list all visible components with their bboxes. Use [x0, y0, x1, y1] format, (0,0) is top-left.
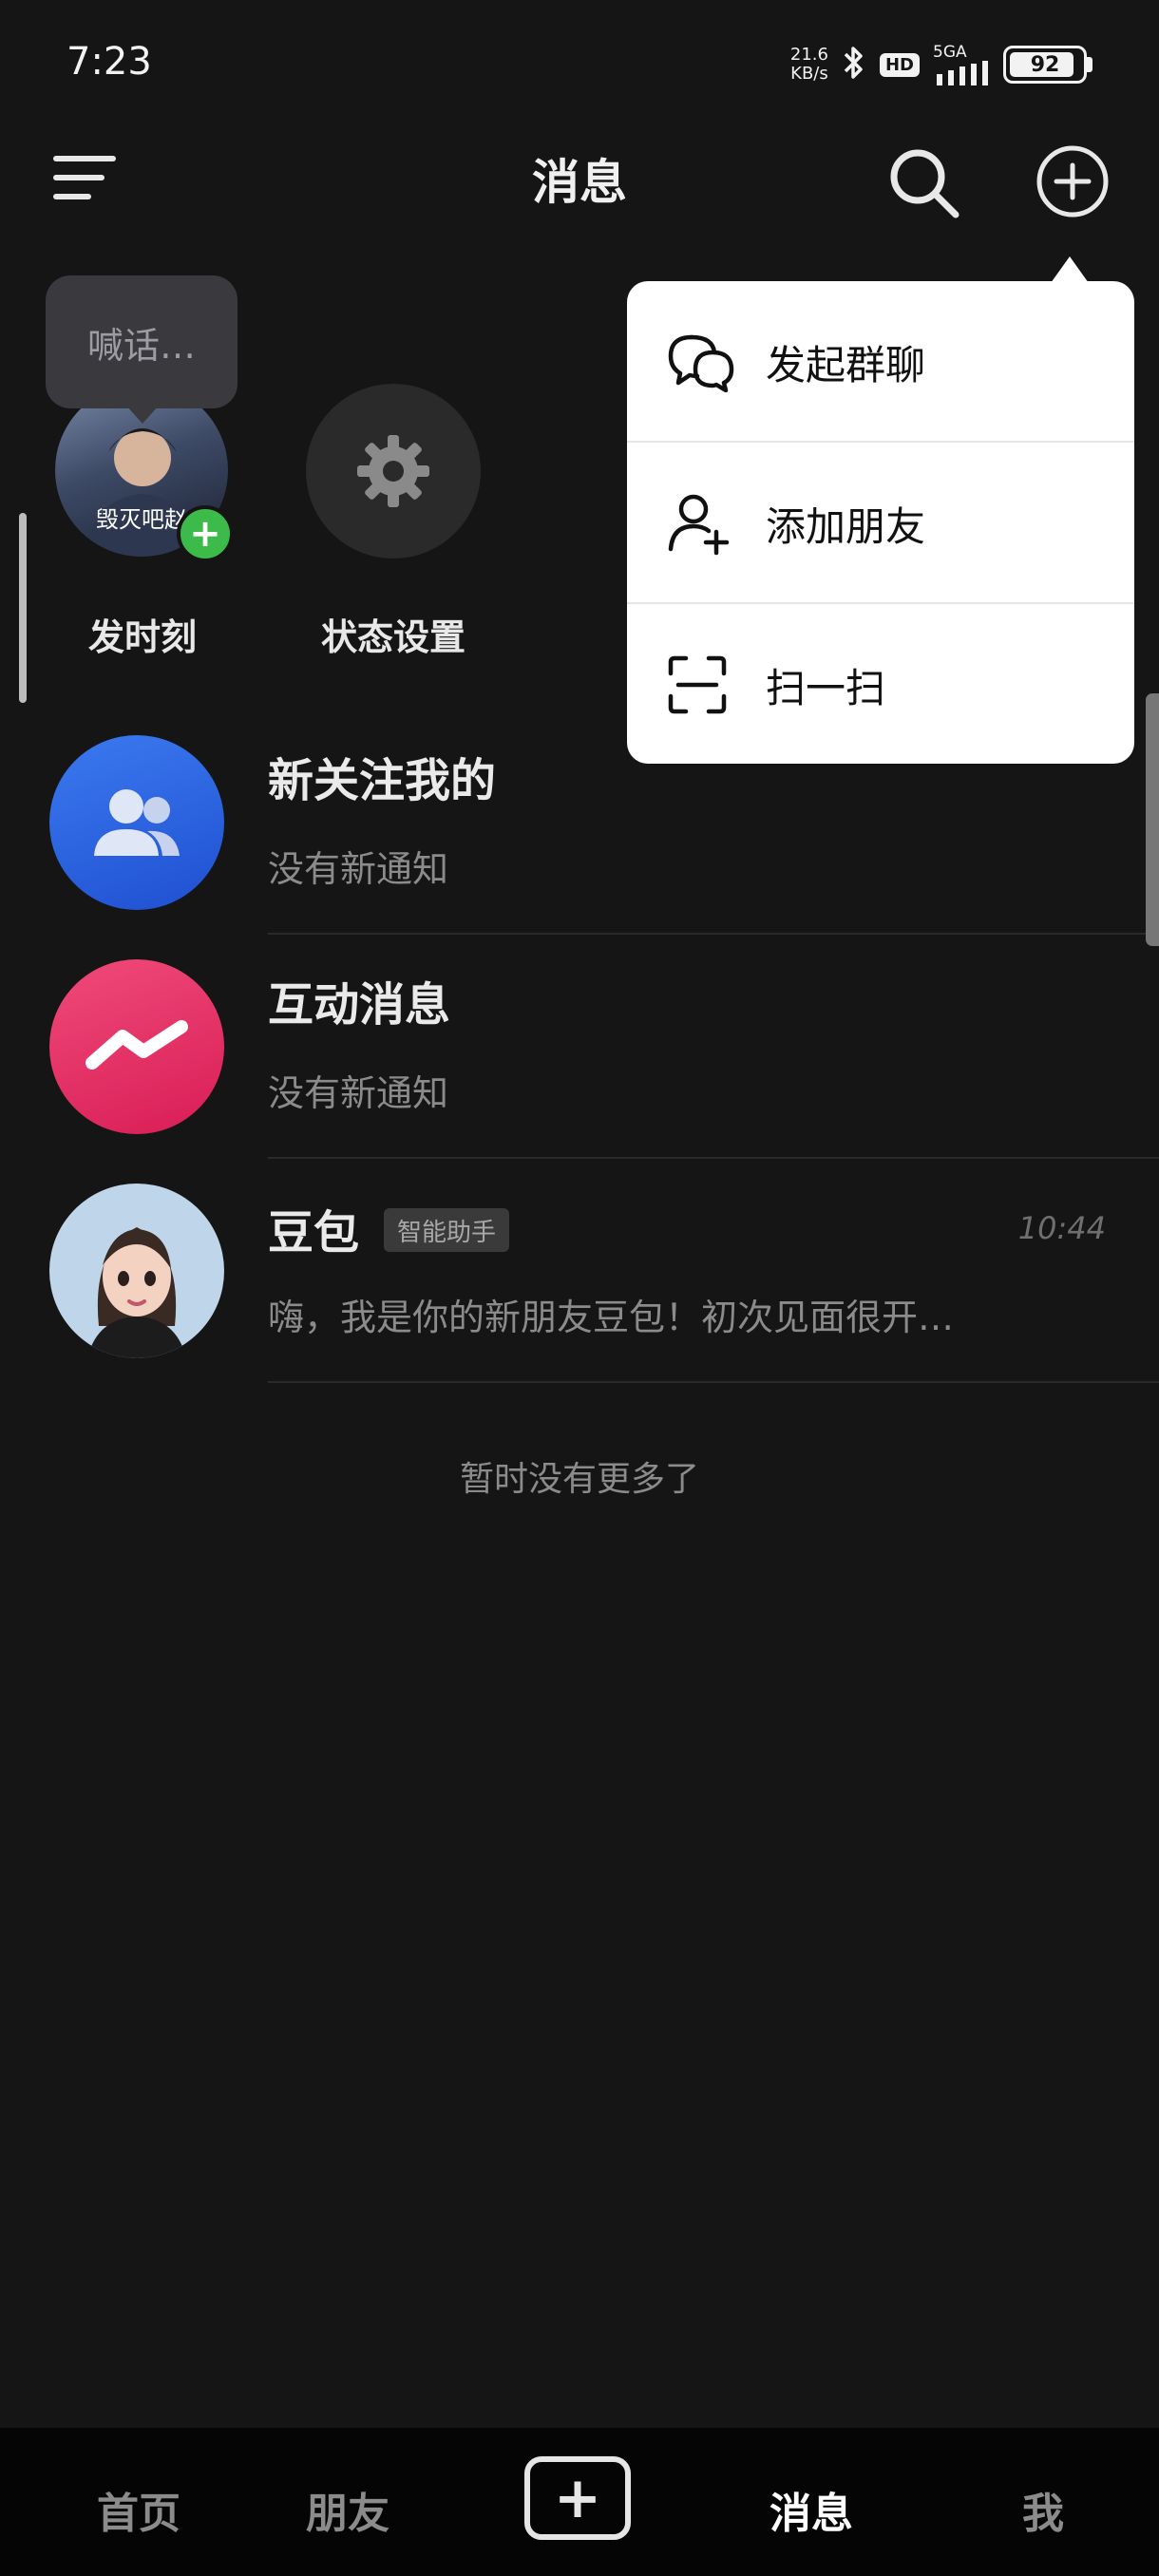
battery-icon: 92: [1003, 46, 1087, 84]
status-time: 7:23: [66, 40, 152, 84]
status-settings-button[interactable]: [306, 384, 481, 559]
page-title: 消息: [532, 155, 627, 210]
network-speed-unit: KB/s: [790, 64, 828, 84]
left-scroll-indicator: [19, 513, 27, 703]
followers-avatar: [49, 735, 224, 910]
doubao-avatar: [49, 1184, 224, 1358]
nav-create-button[interactable]: +: [524, 2456, 631, 2540]
list-item-title: 互动消息: [268, 978, 451, 1032]
nav-messages[interactable]: 消息: [726, 2479, 897, 2540]
add-story-button[interactable]: +: [177, 505, 234, 562]
interaction-icon: [86, 1020, 188, 1070]
list-item-doubao[interactable]: 豆包 嗨，我是你的新朋友豆包！初次见面很开…: [0, 1170, 1159, 1381]
list-item-title: 新关注我的: [268, 754, 497, 807]
status-indicators: 21.6 KB/s HD 5GA 92: [790, 38, 1092, 91]
menu-item-label: 添加朋友: [766, 502, 926, 550]
shout-bubble-tail: [125, 405, 160, 424]
battery-level: 92: [1030, 52, 1060, 77]
list-item-title: 豆包: [268, 1206, 360, 1260]
cellular-signal: 5GA: [933, 44, 990, 85]
battery-cap: [1087, 57, 1092, 72]
list-divider: [268, 933, 1159, 935]
menu-item-label: 扫一扫: [766, 664, 886, 711]
shout-bubble[interactable]: 喊话…: [46, 275, 238, 408]
menu-item-group-chat[interactable]: 发起群聊: [627, 281, 1134, 443]
story-label-status-settings[interactable]: 状态设置: [279, 608, 507, 660]
followers-icon: [94, 789, 180, 856]
list-item-subtitle: 没有新通知: [268, 848, 449, 890]
list-item-subtitle: 嗨，我是你的新朋友豆包！初次见面很开…: [268, 1297, 955, 1338]
search-icon[interactable]: [885, 144, 963, 222]
battery-indicator: 92: [1003, 46, 1092, 84]
assistant-tag: 智能助手: [384, 1208, 510, 1252]
list-divider: [268, 1381, 1159, 1383]
list-item-interactions[interactable]: 互动消息 没有新通知: [0, 946, 1159, 1157]
bluetooth-icon: [842, 44, 866, 85]
list-end-text: 暂时没有更多了: [459, 1460, 699, 1499]
signal-label: 5GA: [933, 43, 967, 62]
add-friend-icon: [665, 490, 756, 557]
nav-home[interactable]: 首页: [53, 2479, 224, 2540]
nav-me[interactable]: 我: [958, 2479, 1129, 2540]
hd-badge: HD: [879, 52, 920, 77]
menu-arrow: [1051, 256, 1089, 283]
story-label-post-moment[interactable]: 发时刻: [28, 608, 256, 660]
nav-friends[interactable]: 朋友: [262, 2479, 433, 2540]
group-chat-icon: [665, 331, 756, 392]
network-speed: 21.6 KB/s: [790, 46, 828, 84]
menu-item-add-friend[interactable]: 添加朋友: [627, 443, 1134, 604]
plus-circle-icon[interactable]: [1034, 142, 1112, 220]
menu-item-label: 发起群聊: [766, 341, 926, 388]
gear-icon: [357, 435, 429, 507]
interactions-avatar: [49, 959, 224, 1134]
right-scroll-indicator[interactable]: [1146, 693, 1159, 946]
message-time: 10:44: [1017, 1210, 1106, 1246]
dropdown-menu: 发起群聊 添加朋友 扫一扫: [627, 281, 1134, 764]
network-speed-value: 21.6: [789, 45, 828, 65]
menu-item-scan[interactable]: 扫一扫: [627, 604, 1134, 766]
signal-bars-icon: [937, 61, 988, 85]
list-item-subtitle: 没有新通知: [268, 1072, 449, 1114]
list-divider: [268, 1157, 1159, 1159]
scan-icon: [665, 653, 756, 717]
